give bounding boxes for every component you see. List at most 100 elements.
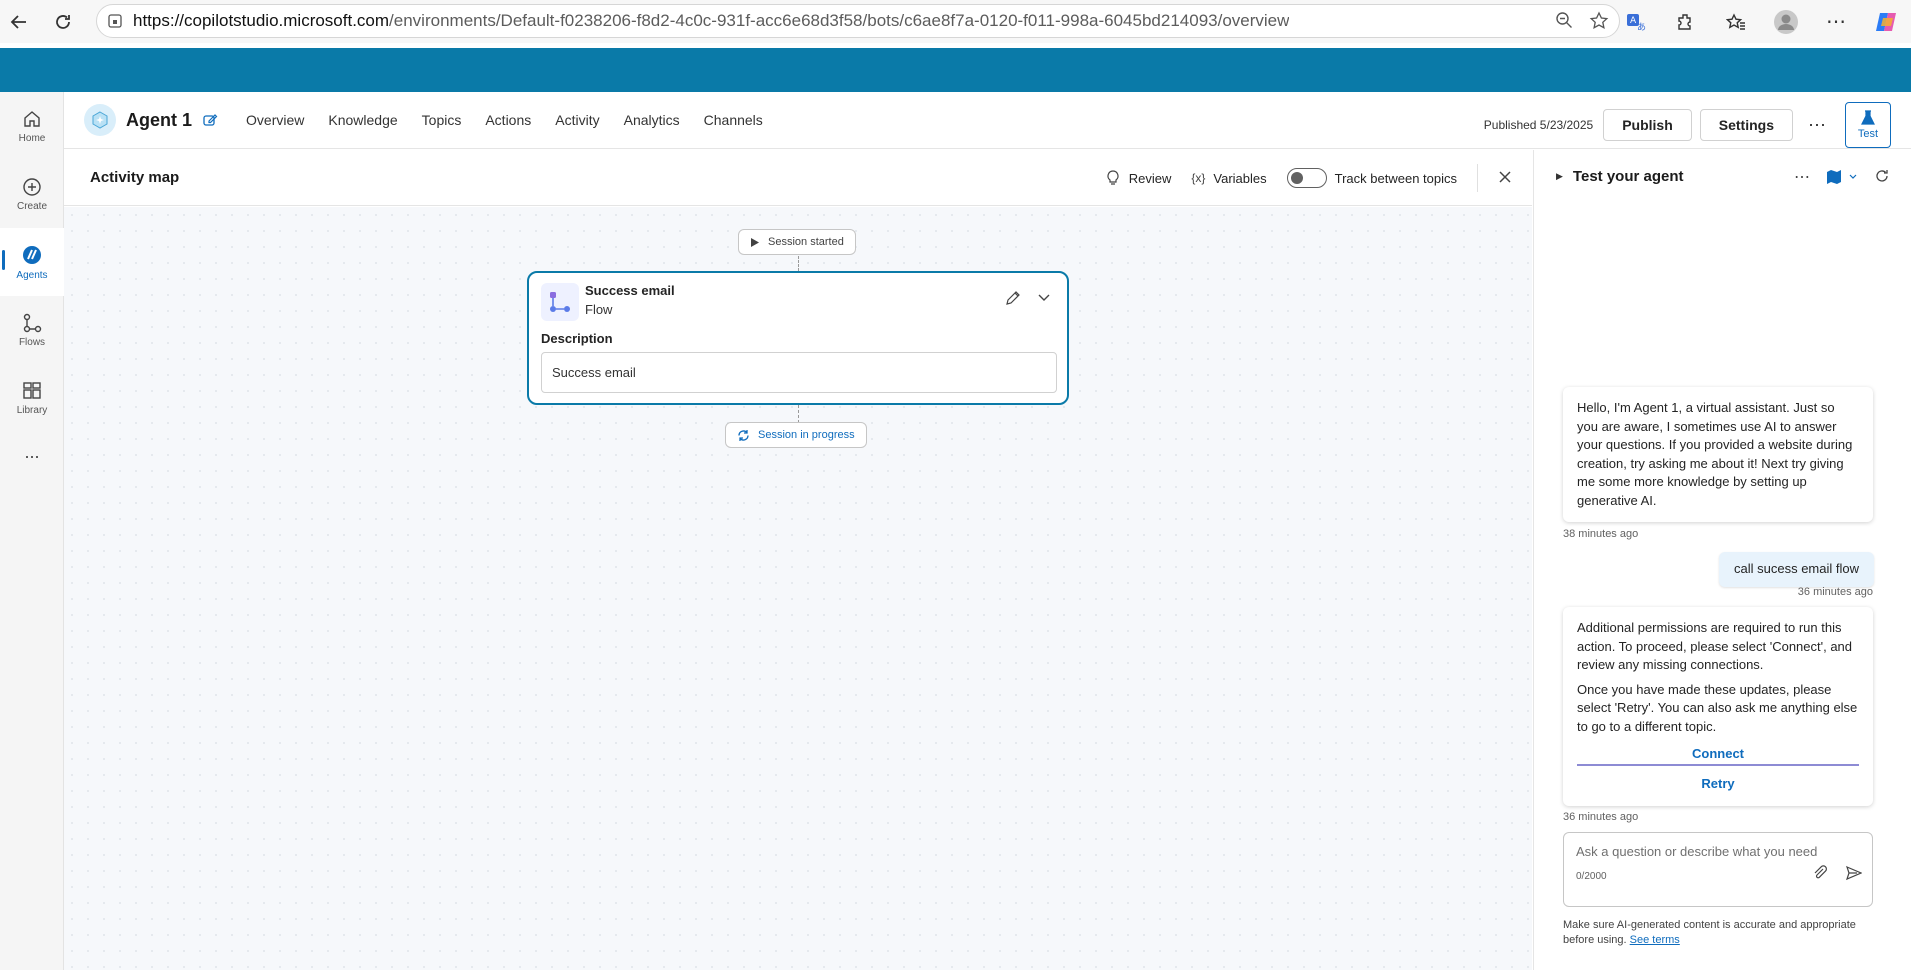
site-info-icon[interactable] <box>97 13 133 29</box>
lightbulb-icon <box>1107 170 1119 185</box>
flow-icon <box>541 283 579 321</box>
library-icon <box>23 381 41 399</box>
variables-label: Variables <box>1213 170 1267 186</box>
test-button-label: Test <box>1857 128 1879 140</box>
tab-actions[interactable]: Actions <box>473 112 543 128</box>
session-started-label: Session started <box>768 236 844 248</box>
refresh-icon[interactable] <box>44 3 82 41</box>
rail-item-create[interactable]: Create <box>0 160 64 228</box>
test-agent-panel: ▶ Test your agent ⋯ Hello, I'm Agent 1, … <box>1533 150 1911 970</box>
favorite-star-icon[interactable] <box>1589 11 1609 34</box>
collapse-caret-icon[interactable]: ▶ <box>1556 171 1563 182</box>
rail-label-library: Library <box>16 404 48 416</box>
see-terms-link[interactable]: See terms <box>1630 934 1680 946</box>
rail-more-button[interactable]: ... <box>0 432 64 472</box>
browser-menu-icon[interactable]: ⋯ <box>1811 0 1861 43</box>
message-text: Hello, I'm Agent 1, a virtual assistant.… <box>1577 400 1853 508</box>
toggle-switch[interactable] <box>1286 168 1327 188</box>
connector-line <box>798 256 799 271</box>
rail-label-create: Create <box>16 200 47 212</box>
close-icon[interactable] <box>1498 170 1512 187</box>
edit-agent-icon[interactable] <box>202 111 218 130</box>
description-label: Description <box>541 331 613 346</box>
home-icon <box>24 110 40 127</box>
bot-message-permissions: Additional permissions are required to r… <box>1563 607 1873 806</box>
more-options-button[interactable]: ⋯ <box>1801 109 1833 141</box>
review-button[interactable]: Review <box>1105 170 1172 186</box>
activity-map-header: Activity map Review {x} Variables Track … <box>64 150 1532 206</box>
copilot-icon[interactable] <box>1861 0 1911 43</box>
track-between-topics-toggle[interactable]: Track between topics <box>1286 168 1457 188</box>
rail-item-home[interactable]: Home <box>0 92 64 160</box>
play-icon <box>751 237 759 247</box>
variables-icon: {x} <box>1191 171 1206 185</box>
tab-topics[interactable]: Topics <box>410 112 474 128</box>
send-icon[interactable] <box>1846 865 1863 884</box>
message-text: call sucess email flow <box>1734 561 1859 576</box>
refresh-conversation-icon[interactable] <box>1874 168 1890 187</box>
url-text: https://copilotstudio.microsoft.com/envi… <box>133 11 1290 30</box>
agent-header: Agent 1 Overview Knowledge Topics Action… <box>64 92 1911 149</box>
plus-circle-icon <box>23 177 41 196</box>
app-header-band <box>0 48 1911 92</box>
sync-icon <box>738 429 749 441</box>
agent-tabs: Overview Knowledge Topics Actions Activi… <box>234 112 775 128</box>
flask-icon <box>1861 110 1875 125</box>
bot-message-greeting: Hello, I'm Agent 1, a virtual assistant.… <box>1563 387 1873 522</box>
extensions-icon[interactable] <box>1661 0 1711 43</box>
connect-button[interactable]: Connect <box>1577 742 1859 766</box>
flow-node-card[interactable]: Success email Flow Description Success e… <box>527 271 1069 405</box>
rail-item-flows[interactable]: Flows <box>0 296 64 364</box>
settings-button[interactable]: Settings <box>1699 109 1793 141</box>
back-icon[interactable] <box>0 3 38 41</box>
tab-channels[interactable]: Channels <box>692 112 775 128</box>
rail-item-library[interactable]: Library <box>0 364 64 432</box>
test-button[interactable]: Test <box>1845 102 1891 148</box>
rail-item-agents[interactable]: Agents <box>0 228 64 296</box>
agent-logo-icon <box>84 104 116 136</box>
chevron-down-icon <box>1849 174 1857 179</box>
session-in-progress-badge: Session in progress <box>725 422 867 448</box>
connector-line <box>798 405 799 423</box>
tab-knowledge[interactable]: Knowledge <box>316 112 409 128</box>
agent-name: Agent 1 <box>126 109 193 130</box>
left-rail: Home Create Agents Flows Library ... <box>0 92 64 970</box>
divider <box>1477 164 1478 192</box>
flows-icon <box>23 313 42 332</box>
tab-activity[interactable]: Activity <box>543 112 611 128</box>
activity-map-title: Activity map <box>90 169 180 186</box>
edit-pencil-icon[interactable] <box>1005 290 1021 309</box>
session-started-badge: Session started <box>738 229 856 255</box>
browser-toolbar-right: Aあ ⋯ <box>1611 0 1911 43</box>
chat-input[interactable]: Ask a question or describe what you need <box>1576 844 1817 859</box>
character-count: 0/2000 <box>1576 871 1607 882</box>
activity-map-icon[interactable] <box>1826 169 1858 185</box>
disclaimer-text: Make sure AI-generated content is accura… <box>1563 919 1856 946</box>
message-text: Additional permissions are required to r… <box>1577 620 1853 672</box>
retry-button[interactable]: Retry <box>1577 772 1859 796</box>
message-timestamp: 36 minutes ago <box>1797 586 1873 598</box>
translate-icon[interactable]: Aあ <box>1611 0 1661 43</box>
tab-overview[interactable]: Overview <box>234 112 316 128</box>
track-label: Track between topics <box>1334 170 1457 186</box>
favorites-icon[interactable] <box>1711 0 1761 43</box>
chevron-down-icon[interactable] <box>1037 290 1051 309</box>
zoom-icon[interactable] <box>1555 11 1573 34</box>
publish-button[interactable]: Publish <box>1603 109 1692 141</box>
agents-icon <box>23 245 41 264</box>
rail-label-home: Home <box>18 132 46 144</box>
address-bar[interactable]: https://copilotstudio.microsoft.com/envi… <box>96 4 1620 38</box>
panel-more-icon[interactable]: ⋯ <box>1794 167 1810 187</box>
profile-avatar[interactable] <box>1761 0 1811 43</box>
variables-button[interactable]: {x} Variables <box>1191 171 1266 186</box>
rail-label-agents: Agents <box>16 269 48 281</box>
message-timestamp: 38 minutes ago <box>1563 528 1639 540</box>
chat-composer[interactable]: Ask a question or describe what you need… <box>1563 832 1873 907</box>
description-field[interactable]: Success email <box>541 352 1057 393</box>
tab-analytics[interactable]: Analytics <box>612 112 692 128</box>
flow-type: Flow <box>585 302 613 317</box>
test-panel-title: Test your agent <box>1572 167 1684 185</box>
more-icon: ... <box>24 441 40 462</box>
attach-icon[interactable] <box>1812 865 1828 884</box>
review-label: Review <box>1128 170 1172 186</box>
